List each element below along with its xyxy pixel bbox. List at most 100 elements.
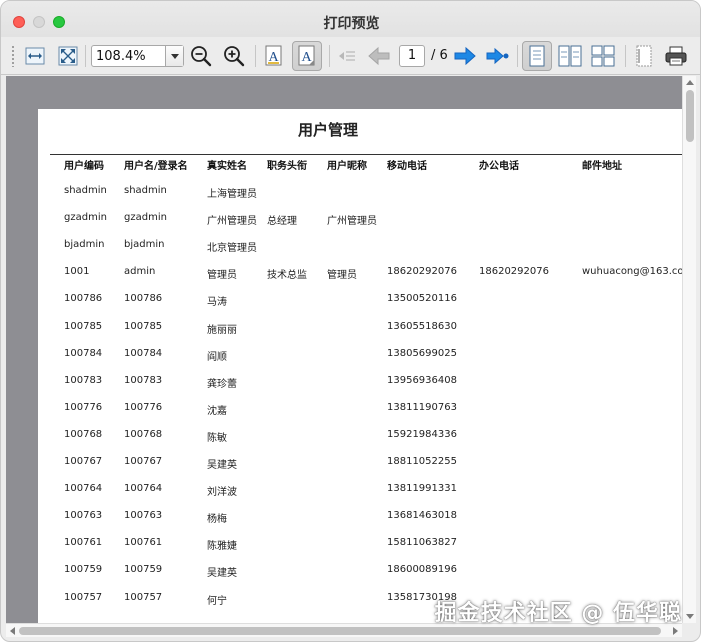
table-cell: 18620292076 [479, 266, 549, 277]
arrow-right-icon [454, 46, 476, 66]
table-cell: 100784 [124, 348, 163, 359]
scroll-right-arrow-icon[interactable] [673, 627, 678, 635]
zoom-in-icon [224, 46, 245, 67]
last-page-button[interactable] [485, 41, 511, 71]
table-cell: 北京管理员 [207, 243, 257, 254]
page-properties-icon [636, 45, 652, 67]
table-cell: 马涛 [207, 297, 227, 308]
scroll-down-arrow-icon[interactable] [686, 614, 694, 619]
preview-area[interactable]: 用户管理 用户编码 用户名/登录名 真实姓名 职务头衔 用户昵称 移动电话 办公电话 邮件地址… [6, 76, 682, 623]
table-cell: 15921984336 [387, 429, 457, 440]
table-cell: 13681463018 [387, 510, 457, 521]
table-cell: 13805699025 [387, 348, 457, 359]
table-cell: 杨梅 [207, 514, 227, 525]
table-cell: 100757 [64, 592, 103, 603]
title-bar: 打印预览 [1, 1, 700, 37]
table-cell: 100786 [124, 293, 163, 304]
table-cell: 沈嘉 [207, 406, 227, 417]
column-header: 用户昵称 [327, 161, 367, 172]
zoom-select[interactable]: 108.4% [91, 45, 184, 67]
table-cell: 陈敏 [207, 433, 227, 444]
table-cell: 100768 [64, 429, 103, 440]
zoom-in-button[interactable] [222, 41, 246, 71]
fit-page-button[interactable] [56, 41, 80, 71]
column-header: 用户名/登录名 [124, 161, 188, 172]
table-cell: 管理员 [207, 270, 237, 281]
table-cell: 阎顺 [207, 352, 227, 363]
document-title: 用户管理 [298, 121, 359, 139]
column-header: 职务头衔 [267, 161, 307, 172]
table-cell: 刘洋波 [207, 487, 237, 498]
horizontal-scroll-thumb[interactable] [19, 627, 661, 635]
table-cell: 100759 [64, 564, 103, 575]
column-header: 真实姓名 [207, 161, 247, 172]
table-cell: shadmin [64, 185, 107, 196]
fit-width-button[interactable] [23, 41, 47, 71]
properties-button[interactable] [632, 41, 656, 71]
table-cell: 100785 [124, 321, 163, 332]
grid-pages-icon [591, 45, 615, 67]
previous-page-button[interactable] [367, 41, 391, 71]
table-cell: 陈雅婕 [207, 541, 237, 552]
zoom-out-button[interactable] [189, 41, 213, 71]
watermark: 掘金技术社区 @ 伍华聪 [434, 601, 682, 626]
table-cell: 15811063827 [387, 537, 457, 548]
table-cell: 100786 [64, 293, 103, 304]
header-rule [50, 154, 682, 155]
column-header: 办公电话 [479, 161, 519, 172]
table-cell: 13811991331 [387, 483, 457, 494]
zoom-dropdown-button[interactable] [165, 46, 183, 66]
print-preview-window: 打印预览 108.4% A A 1 / 6 用户管理 用户编码 用户名/登录名 … [0, 0, 701, 642]
toolbar-grip[interactable] [11, 45, 15, 67]
table-cell: 吴建英 [207, 460, 237, 471]
column-header: 移动电话 [387, 161, 427, 172]
page-number-input[interactable]: 1 [399, 45, 425, 67]
table-cell: 13500520116 [387, 293, 457, 304]
scroll-up-arrow-icon[interactable] [686, 80, 694, 85]
scroll-left-arrow-icon[interactable] [10, 627, 15, 635]
table-cell: bjadmin [124, 239, 165, 250]
table-cell: 总经理 [267, 216, 297, 227]
column-header: 用户编码 [64, 161, 104, 172]
table-cell: gzadmin [124, 212, 167, 223]
print-button[interactable] [663, 41, 689, 71]
table-cell: 100764 [64, 483, 103, 494]
overview-view-button[interactable] [590, 41, 616, 71]
table-cell: 18811052255 [387, 456, 457, 467]
table-cell: bjadmin [64, 239, 105, 250]
table-cell: 技术总监 [267, 270, 307, 281]
next-page-button[interactable] [453, 41, 477, 71]
table-cell: 100776 [64, 402, 103, 413]
table-cell: 何宁 [207, 596, 227, 607]
table-cell: 100776 [124, 402, 163, 413]
first-page-button[interactable] [335, 41, 359, 71]
vertical-scrollbar[interactable] [682, 76, 696, 623]
table-cell: 100763 [124, 510, 163, 521]
single-page-view-button[interactable] [522, 41, 552, 71]
table-cell: 100761 [64, 537, 103, 548]
table-cell: admin [124, 266, 156, 277]
table-cell: 管理员 [327, 270, 357, 281]
table-cell: 100767 [124, 456, 163, 467]
toolbar: 108.4% A A 1 / 6 [1, 37, 700, 75]
table-cell: 18620292076 [387, 266, 457, 277]
column-header: 邮件地址 [582, 161, 622, 172]
page-setup-button[interactable]: A [292, 41, 322, 71]
table-cell: 广州管理员 [327, 216, 377, 227]
table-cell: gzadmin [64, 212, 107, 223]
toolbar-separator [255, 45, 256, 67]
table-cell: 龚珍蕾 [207, 379, 237, 390]
page-total: / 6 [431, 48, 448, 63]
table-cell: 13956936408 [387, 375, 457, 386]
table-cell: 施丽丽 [207, 325, 237, 336]
facing-pages-view-button[interactable] [557, 41, 583, 71]
table-cell: 吴建英 [207, 568, 237, 579]
font-button[interactable]: A [262, 41, 286, 71]
table-cell: 100785 [64, 321, 103, 332]
table-cell: 13811190763 [387, 402, 457, 413]
table-cell: shadmin [124, 185, 167, 196]
first-page-icon [339, 51, 355, 61]
table-cell: wuhuacong@163.co [582, 266, 682, 277]
vertical-scroll-thumb[interactable] [686, 90, 694, 142]
table-cell: 广州管理员 [207, 216, 257, 227]
